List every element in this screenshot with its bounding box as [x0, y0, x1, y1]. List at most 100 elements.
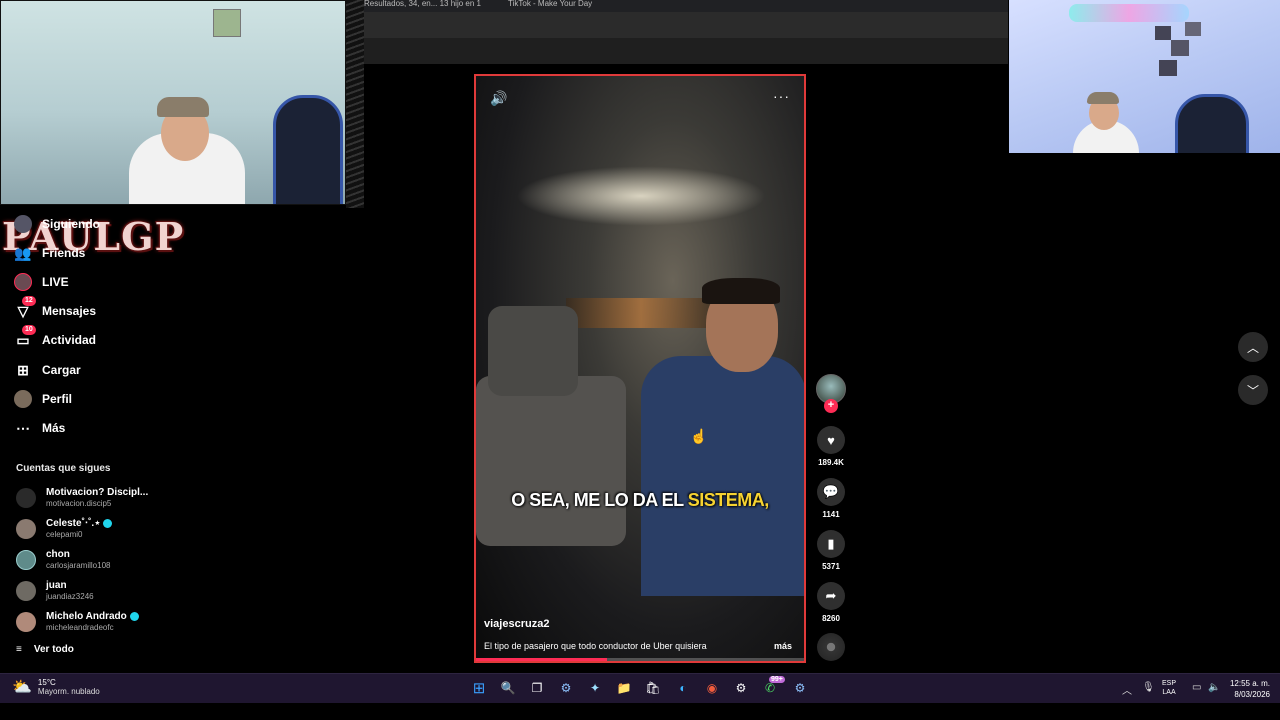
like-action[interactable]: ♥ 189.4K: [816, 426, 846, 467]
browser-tab-strip: Resultados, 34, en... 13 hijo en 1 TikTo…: [346, 0, 1008, 12]
edge-icon[interactable]: ◐: [673, 679, 693, 697]
more-dots-icon: ⋯: [16, 419, 30, 436]
rear-window: [566, 298, 716, 328]
streamer-cap: [1087, 92, 1119, 104]
sidebar-item-label: Más: [42, 421, 66, 435]
windows-start-icon[interactable]: ⊞: [469, 679, 489, 697]
avatar: [16, 612, 36, 632]
speaker-icon[interactable]: 🔈: [1208, 682, 1220, 693]
microphone-icon[interactable]: 🎙: [1142, 682, 1155, 693]
app-icon[interactable]: ⚙: [731, 679, 751, 697]
account-name: juan: [46, 580, 67, 591]
more-options-icon[interactable]: ···: [773, 88, 790, 104]
browser-tab-active[interactable]: TikTok - Make Your Day: [508, 0, 638, 12]
share-count: 8260: [822, 614, 840, 623]
wall-picture: [213, 9, 241, 37]
comment-action[interactable]: 💬 1141: [816, 478, 846, 519]
account-name: Motivacion? Discipl...: [46, 487, 148, 498]
sidebar-item-following[interactable]: Siguiendo: [14, 212, 100, 236]
gaming-chair: [273, 95, 343, 204]
language-indicator[interactable]: ESP LAA: [1162, 679, 1176, 697]
copilot-icon[interactable]: ✦: [585, 679, 605, 697]
chevron-up-icon: ︿: [1246, 340, 1259, 355]
streamer-cap: [157, 97, 209, 117]
heart-icon[interactable]: ♥: [817, 426, 845, 454]
sidebar-item-friends[interactable]: 👥 Friends: [14, 241, 85, 265]
avatar: [16, 581, 36, 601]
wall-frame: [1185, 22, 1201, 36]
wall-frame: [1171, 40, 1189, 56]
tray-chevron-up-icon[interactable]: ︿: [1122, 682, 1132, 697]
file-explorer-icon[interactable]: 📁: [614, 679, 634, 697]
sidebar-item-activity[interactable]: ▭ 10 Actividad: [14, 325, 97, 352]
sidebar-item-messages[interactable]: ▽ 12 Mensajes: [14, 296, 97, 323]
sidebar-item-label: Mensajes: [42, 304, 97, 318]
followed-account[interactable]: chon carlosjaramillo108: [16, 546, 156, 574]
screen-bottom-edge: [0, 703, 1280, 720]
activity-icon: ▭ 10: [14, 325, 36, 349]
account-name: Celeste˚‧˚.⋆: [46, 518, 113, 529]
webcam-frame-edge: [346, 0, 364, 208]
video-progress-fill: [476, 658, 608, 661]
avatar: [16, 550, 36, 570]
share-action[interactable]: ➦ 8260: [816, 582, 846, 623]
chrome-icon[interactable]: ◉: [702, 679, 722, 697]
passenger-seat: [476, 376, 626, 546]
system-clock[interactable]: 12:55 a. m. 8/03/2026: [1226, 678, 1270, 700]
sidebar-item-profile[interactable]: Perfil: [14, 387, 72, 411]
weather-widget[interactable]: ⛅ 15°C Mayorm. nublado: [12, 677, 100, 697]
followed-account[interactable]: Motivacion? Discipl... motivacion.discip…: [16, 484, 156, 512]
video-player[interactable]: 🔊 ··· O SEA, ME LO DA EL SISTEMA, viajes…: [474, 74, 806, 663]
wall-frame: [1155, 26, 1171, 40]
following-avatar-icon: [14, 215, 32, 233]
see-all-link[interactable]: ≡ Ver todo: [16, 644, 74, 655]
steam-icon[interactable]: ⚙: [556, 679, 576, 697]
store-icon[interactable]: 🛍: [643, 679, 663, 697]
search-icon[interactable]: 🔍: [498, 679, 518, 697]
weather-temperature: 15°C: [37, 678, 56, 687]
verified-badge-icon: [129, 612, 139, 621]
account-name-text: Motivacion? Discipl...: [46, 487, 149, 498]
list-icon: ≡: [16, 644, 22, 655]
followed-account[interactable]: juan juandiaz3246: [16, 577, 156, 605]
follow-plus-button[interactable]: +: [824, 399, 838, 413]
messages-icon: ▽ 12: [14, 296, 36, 320]
clock-date: 8/03/2026: [1234, 690, 1270, 699]
verified-badge-icon: [103, 519, 113, 528]
task-view-icon[interactable]: ❐: [527, 679, 547, 697]
video-username[interactable]: viajescruza2: [484, 618, 549, 630]
sidebar-item-label: Siguiendo: [42, 217, 100, 231]
driver-hair: [702, 278, 780, 304]
steam-icon[interactable]: ⚙: [790, 679, 810, 697]
browser-bookmarks-bar: [346, 38, 1008, 64]
sidebar-item-label: Actividad: [42, 333, 97, 347]
share-icon[interactable]: ➦: [817, 582, 845, 610]
wall-frame: [1159, 60, 1177, 76]
followed-account[interactable]: Celeste˚‧˚.⋆ celepami0: [16, 515, 156, 543]
hand-cursor-icon: ☝: [690, 428, 708, 444]
previous-video-button[interactable]: ︿: [1238, 332, 1268, 362]
followed-account[interactable]: Michelo Andrado micheleandradeofc: [16, 608, 156, 636]
sidebar-item-upload[interactable]: ⊞ Cargar: [14, 358, 81, 382]
profile-avatar-icon: [14, 390, 32, 408]
show-more-link[interactable]: más: [774, 641, 792, 651]
sidebar-item-more[interactable]: ⋯ Más: [14, 416, 65, 440]
avatar: [16, 488, 36, 508]
video-progress-bar[interactable]: [476, 658, 804, 661]
save-action[interactable]: ▮ 5371: [816, 530, 846, 571]
avatar: [16, 519, 36, 539]
next-video-button[interactable]: ﹀: [1238, 375, 1268, 405]
windows-taskbar: [0, 673, 1280, 704]
browser-tab[interactable]: Resultados, 34, en... 13 hijo en 1: [364, 0, 494, 12]
sidebar-item-label: Perfil: [42, 392, 73, 406]
see-all-label: Ver todo: [33, 644, 74, 655]
music-disc-icon[interactable]: [817, 633, 845, 661]
bookmark-icon[interactable]: ▮: [817, 530, 845, 558]
comment-icon[interactable]: 💬: [817, 478, 845, 506]
chevron-down-icon: ﹀: [1246, 383, 1259, 398]
webcam-overlay-right: [1009, 0, 1280, 153]
sidebar-item-live[interactable]: LIVE: [14, 270, 69, 294]
display-icon[interactable]: ▭: [1192, 682, 1201, 693]
volume-icon[interactable]: 🔊: [490, 90, 507, 107]
account-handle: juandiaz3246: [46, 592, 94, 601]
